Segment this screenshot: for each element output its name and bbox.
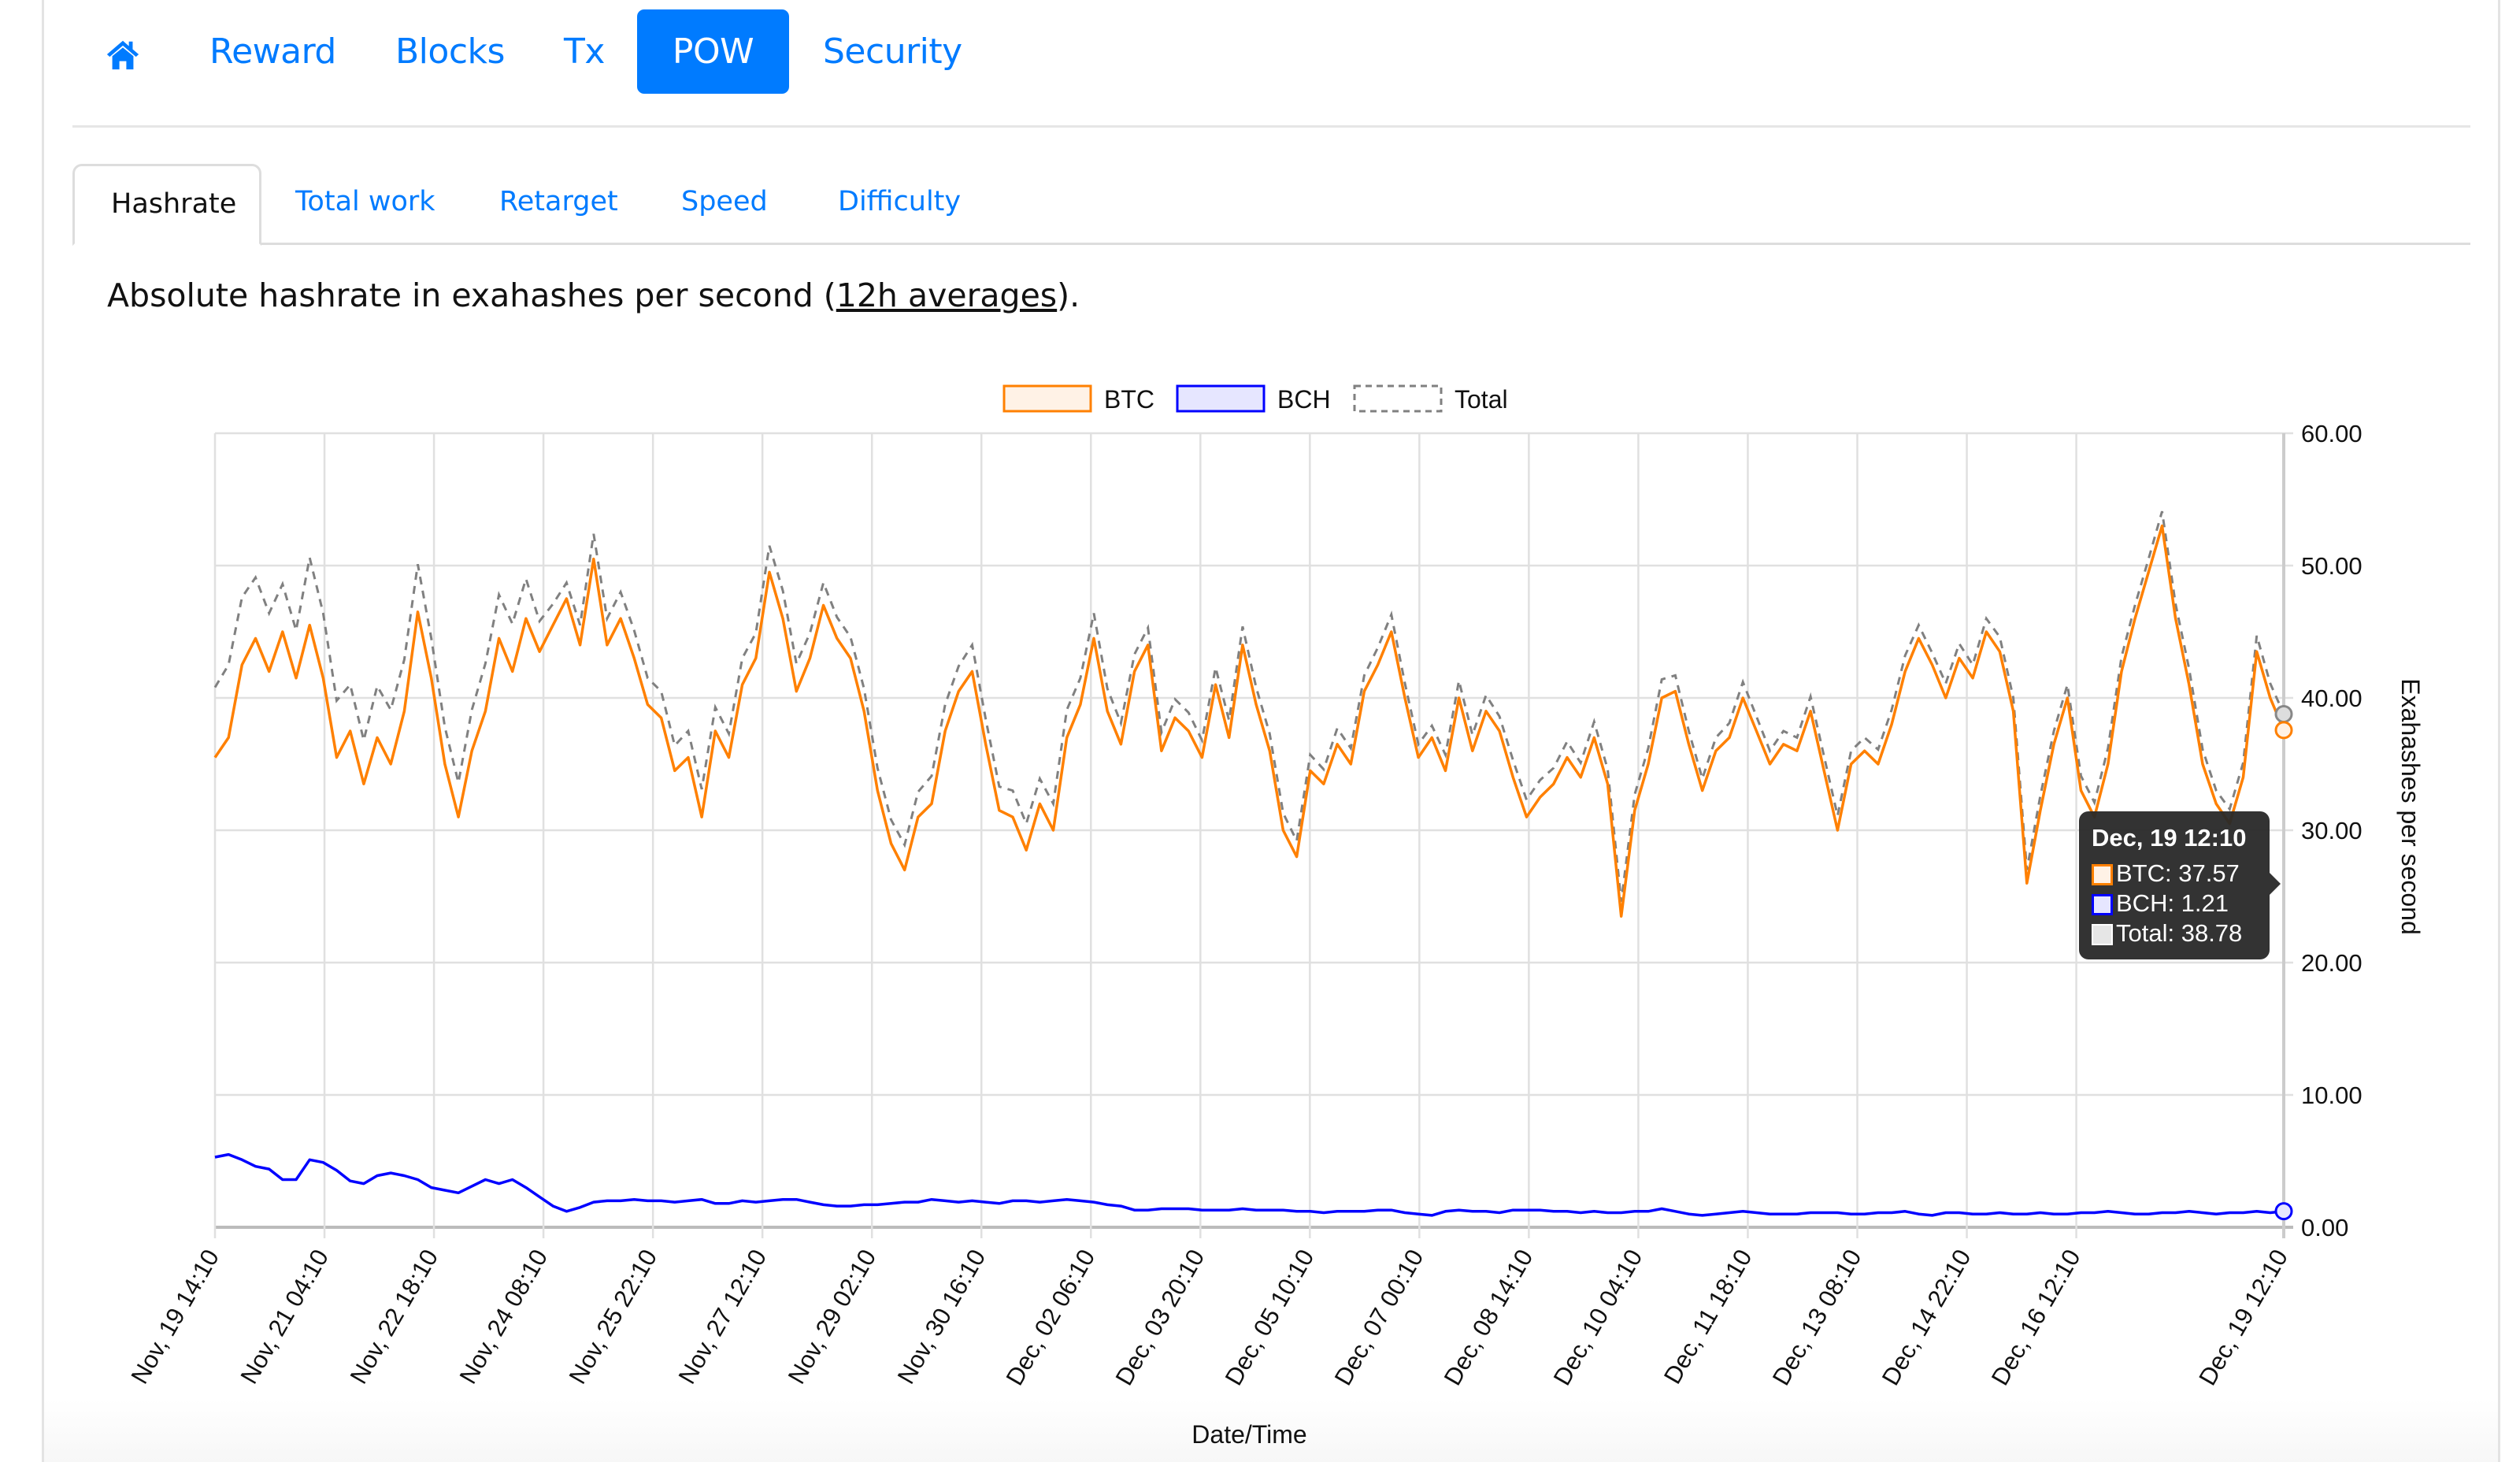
grid (213, 432, 2293, 1238)
total-hover-point (2274, 704, 2293, 723)
x-tick-label: Nov, 22 18:10 (344, 1245, 443, 1389)
y-tick-label: 40.00 (2301, 685, 2362, 712)
legend-swatch-bch (1176, 384, 1266, 413)
btc-hover-point (2274, 721, 2293, 740)
legend-label-total: Total (1455, 385, 1508, 414)
x-tick-label: Dec, 10 04:10 (1548, 1245, 1648, 1390)
x-tick-label: Nov, 19 14:10 (125, 1245, 224, 1389)
legend: BTC BCH Total (1002, 384, 1508, 414)
bch-hover-point (2274, 1202, 2293, 1221)
hashrate-chart: BTC BCH Total 0.00 10.00 20.00 30.00 40.00 50.0… (125, 384, 2425, 1449)
total-line (213, 510, 2285, 902)
btc-swatch (2092, 864, 2113, 885)
x-tick-label: Dec, 19 12:10 (2193, 1245, 2293, 1390)
legend-item-btc[interactable]: BTC (1002, 384, 1154, 414)
y-tick-label: 0.00 (2301, 1214, 2348, 1241)
y-axis: 0.00 10.00 20.00 30.00 40.00 50.00 60.00 (2301, 420, 2362, 1241)
total-swatch (2092, 924, 2113, 945)
x-tick-label: Nov, 21 04:10 (235, 1245, 334, 1389)
y-tick-label: 50.00 (2301, 552, 2362, 580)
legend-label-bch: BCH (1277, 385, 1331, 414)
legend-label-btc: BTC (1104, 385, 1154, 414)
legend-item-bch[interactable]: BCH (1176, 384, 1331, 414)
x-tick-label: Dec, 16 12:10 (1986, 1245, 2086, 1390)
x-tick-label: Dec, 07 00:10 (1329, 1245, 1429, 1390)
x-tick-label: Dec, 03 20:10 (1110, 1245, 1210, 1390)
bch-line (214, 1152, 2285, 1217)
x-axis-title: Date/Time (1191, 1420, 1306, 1449)
legend-swatch-btc (1002, 384, 1092, 413)
tooltip-arrow (2270, 873, 2281, 895)
y-tick-label: 20.00 (2301, 949, 2362, 977)
legend-swatch-total (1353, 384, 1443, 413)
x-tick-label: Dec, 08 14:10 (1439, 1245, 1539, 1390)
x-tick-label: Dec, 05 10:10 (1220, 1245, 1320, 1390)
x-tick-label: Nov, 25 22:10 (564, 1245, 663, 1389)
x-tick-label: Dec, 02 06:10 (1001, 1245, 1101, 1390)
x-tick-label: Nov, 29 02:10 (783, 1245, 882, 1389)
x-tick-label: Nov, 30 16:10 (892, 1245, 991, 1389)
tooltip-title: Dec, 19 12:10 (2092, 824, 2247, 852)
y-tick-label: 30.00 (2301, 817, 2362, 844)
x-tick-label: Dec, 13 08:10 (1767, 1245, 1867, 1390)
tooltip-total-value: Total: 38.78 (2116, 919, 2243, 947)
tooltip-row-total: Total: 38.78 (2092, 919, 2242, 948)
series-lines (213, 510, 2293, 1221)
y-axis-title: Exahashes per second (2396, 678, 2425, 935)
bch-swatch (2092, 894, 2113, 915)
tooltip-bch-value: BCH: 1.21 (2116, 889, 2229, 917)
tooltip-btc-value: BTC: 37.57 (2116, 859, 2240, 887)
x-axis: Nov, 19 14:10 Nov, 21 04:10 Nov, 22 18:10 N… (125, 1245, 2293, 1390)
y-tick-label: 60.00 (2301, 420, 2362, 447)
chart-tooltip: Dec, 19 12:10 BTC: 37.57 BCH: 1.21 Total… (2079, 811, 2281, 959)
x-tick-label: Nov, 24 08:10 (454, 1245, 553, 1389)
x-tick-label: Dec, 11 18:10 (1658, 1245, 1758, 1389)
x-tick-label: Nov, 27 12:10 (673, 1245, 773, 1389)
tooltip-row-btc: BTC: 37.57 (2092, 859, 2240, 888)
y-tick-label: 10.00 (2301, 1082, 2362, 1109)
tooltip-row-bch: BCH: 1.21 (2092, 889, 2229, 918)
legend-item-total[interactable]: Total (1353, 384, 1508, 414)
x-tick-label: Dec, 14 22:10 (1877, 1245, 1977, 1390)
